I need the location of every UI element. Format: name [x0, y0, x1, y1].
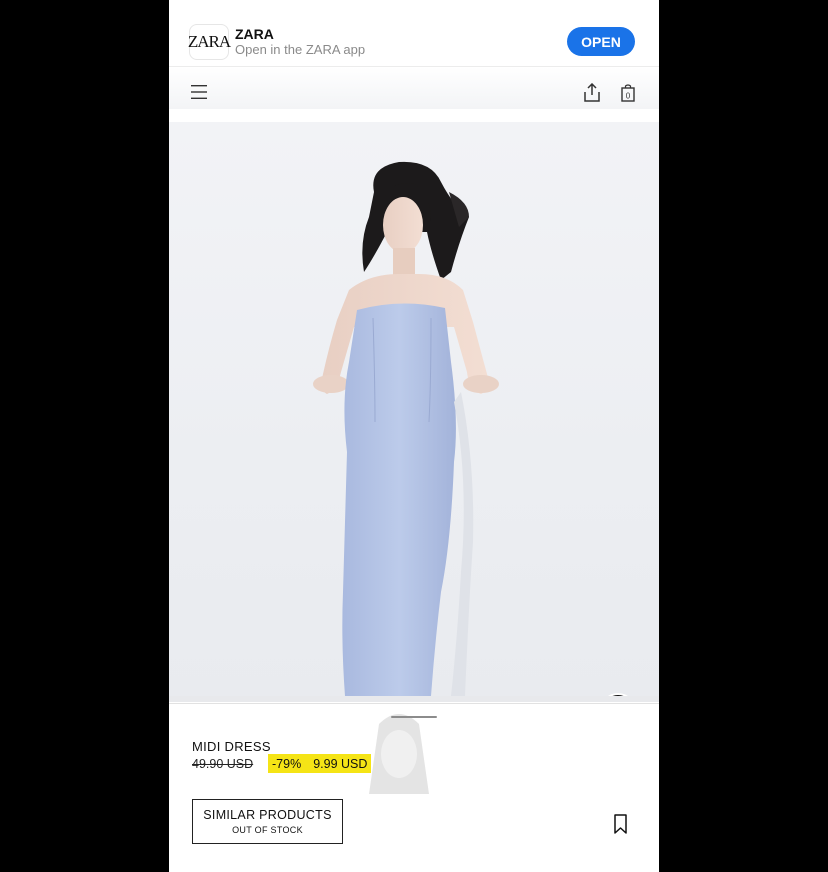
phone-screen: ZARA ZARA Open in the ZARA app OPEN 0 MI… — [169, 0, 659, 872]
product-name: MIDI DRESS — [192, 739, 271, 754]
stock-status: OUT OF STOCK — [232, 825, 303, 835]
nav-bar: 0 — [169, 67, 659, 109]
discount-percent: -79% — [272, 756, 302, 771]
open-app-button[interactable]: OPEN — [567, 27, 635, 56]
share-icon[interactable] — [583, 83, 601, 102]
app-banner-subtitle: Open in the ZARA app — [235, 42, 366, 57]
similar-products-label: SIMILAR PRODUCTS — [203, 808, 332, 822]
sale-price: 9.99 USD — [313, 756, 368, 771]
app-name: ZARA — [235, 26, 274, 42]
bag-count: 0 — [626, 92, 631, 101]
app-logo: ZARA — [188, 24, 231, 60]
menu-icon[interactable] — [191, 85, 207, 99]
original-price: 49.90 USD — [192, 757, 254, 771]
image-divider — [169, 696, 659, 702]
similar-products-button[interactable]: SIMILAR PRODUCTS OUT OF STOCK — [192, 799, 343, 844]
product-info-sheet: MIDI DRESS 49.90 USD -79% 9.99 USD SIMIL… — [169, 703, 659, 872]
app-banner: ZARA ZARA Open in the ZARA app OPEN — [169, 0, 659, 67]
sale-price-badge: -79% 9.99 USD — [268, 754, 372, 773]
bookmark-icon[interactable] — [613, 814, 628, 834]
background-image-preview — [369, 714, 429, 794]
model-illustration — [313, 161, 499, 696]
drag-handle[interactable] — [391, 716, 437, 718]
shopping-bag-icon[interactable]: 0 — [620, 84, 636, 102]
product-image[interactable] — [169, 122, 659, 696]
